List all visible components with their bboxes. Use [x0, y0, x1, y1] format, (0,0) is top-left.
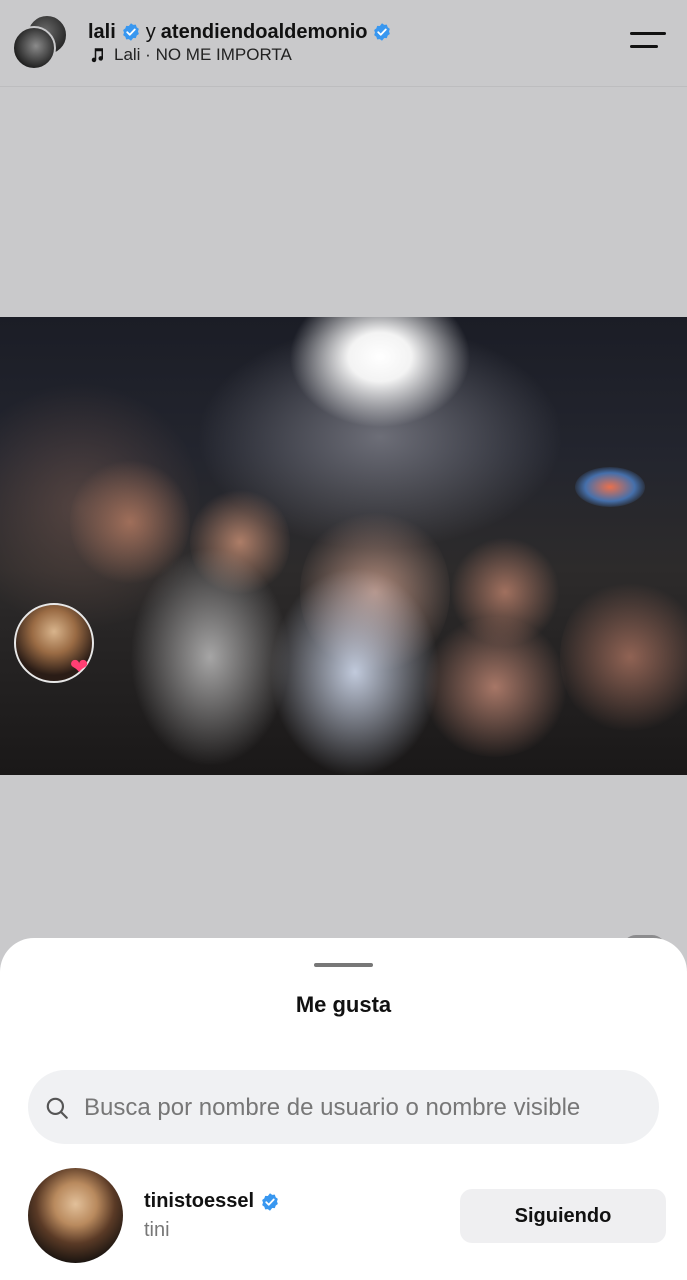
search-input[interactable]	[82, 1070, 656, 1146]
likes-bottom-sheet: Me gusta tinistoessel tini Siguiendo	[0, 938, 687, 1280]
avatar[interactable]	[28, 1168, 123, 1263]
post-photo[interactable]	[0, 317, 687, 775]
list-item-user[interactable]: tinistoessel tini Siguiendo	[0, 1168, 687, 1268]
sheet-drag-handle[interactable]	[314, 963, 373, 967]
verified-badge-icon	[122, 23, 139, 41]
verified-badge-icon	[262, 1192, 278, 1211]
username[interactable]: tinistoessel	[144, 1190, 280, 1213]
verified-badge-icon	[374, 23, 391, 41]
author-1-username[interactable]: lali	[88, 20, 116, 44]
following-button[interactable]: Siguiendo	[460, 1189, 666, 1243]
music-note-icon	[91, 48, 104, 63]
search-bar[interactable]	[28, 1070, 659, 1146]
hamburger-menu-icon[interactable]	[630, 30, 666, 52]
avatar-lali[interactable]	[12, 26, 56, 70]
author-2-username[interactable]: atendiendoaldemonio	[161, 20, 368, 44]
heart-icon: ❤	[70, 654, 89, 679]
display-name: tini	[144, 1219, 170, 1241]
post-header: lali y atendiendoaldemonio Lali · NO ME …	[0, 0, 687, 87]
sheet-title: Me gusta	[295, 992, 392, 1017]
authors-connector: y	[145, 21, 156, 43]
music-attribution[interactable]: Lali · NO ME IMPORTA	[88, 45, 292, 65]
music-label: Lali · NO ME IMPORTA	[114, 45, 292, 64]
post-authors: lali y atendiendoaldemonio	[88, 20, 392, 44]
search-icon	[46, 1097, 68, 1119]
collab-avatars[interactable]	[12, 14, 70, 70]
